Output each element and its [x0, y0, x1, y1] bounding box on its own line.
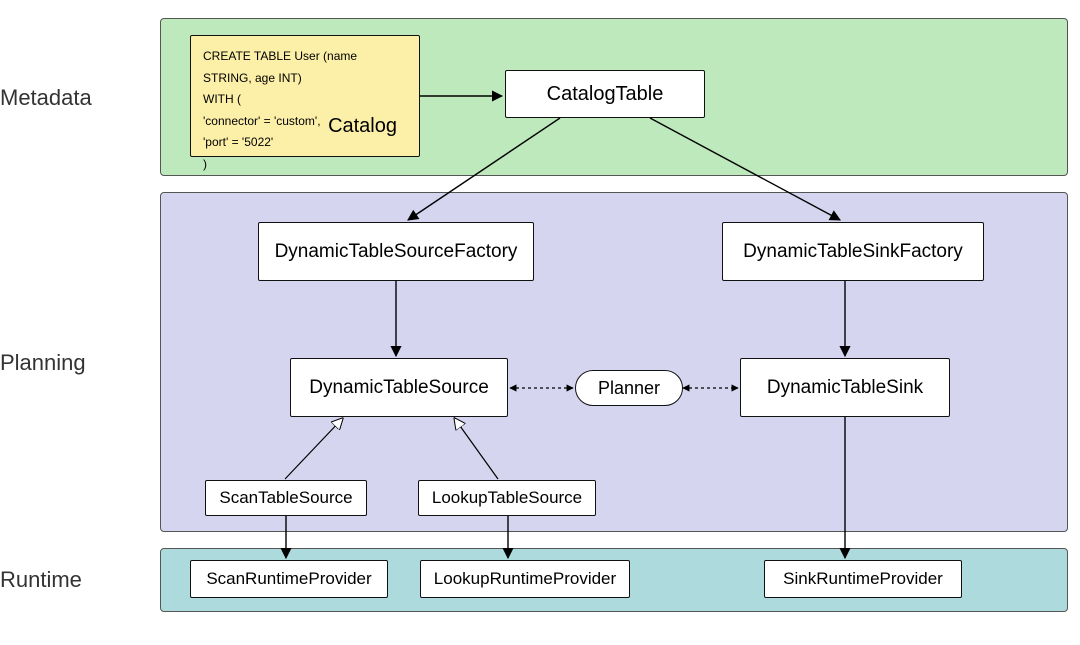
- box-scan-src: ScanTableSource: [205, 480, 367, 516]
- box-dyn-src-factory: DynamicTableSourceFactory: [258, 222, 534, 281]
- catalog-code-box: CREATE TABLE User (name STRING, age INT)…: [190, 35, 420, 157]
- catalog-tag: Catalog: [328, 108, 397, 144]
- layer-label-planning: Planning: [0, 350, 130, 376]
- box-lookup-rt: LookupRuntimeProvider: [420, 560, 630, 598]
- layer-label-runtime: Runtime: [0, 567, 130, 593]
- box-dyn-src: DynamicTableSource: [290, 358, 508, 417]
- box-catalog-table: CatalogTable: [505, 70, 705, 118]
- code-line-1: CREATE TABLE User (name STRING, age INT): [203, 46, 407, 89]
- code-line-5: ): [203, 154, 407, 176]
- layer-label-metadata: Metadata: [0, 85, 130, 111]
- box-scan-rt: ScanRuntimeProvider: [190, 560, 388, 598]
- planner-pill: Planner: [575, 370, 683, 406]
- box-dyn-sink: DynamicTableSink: [740, 358, 950, 417]
- box-sink-rt: SinkRuntimeProvider: [764, 560, 962, 598]
- box-dyn-sink-factory: DynamicTableSinkFactory: [722, 222, 984, 281]
- box-lookup-src: LookupTableSource: [418, 480, 596, 516]
